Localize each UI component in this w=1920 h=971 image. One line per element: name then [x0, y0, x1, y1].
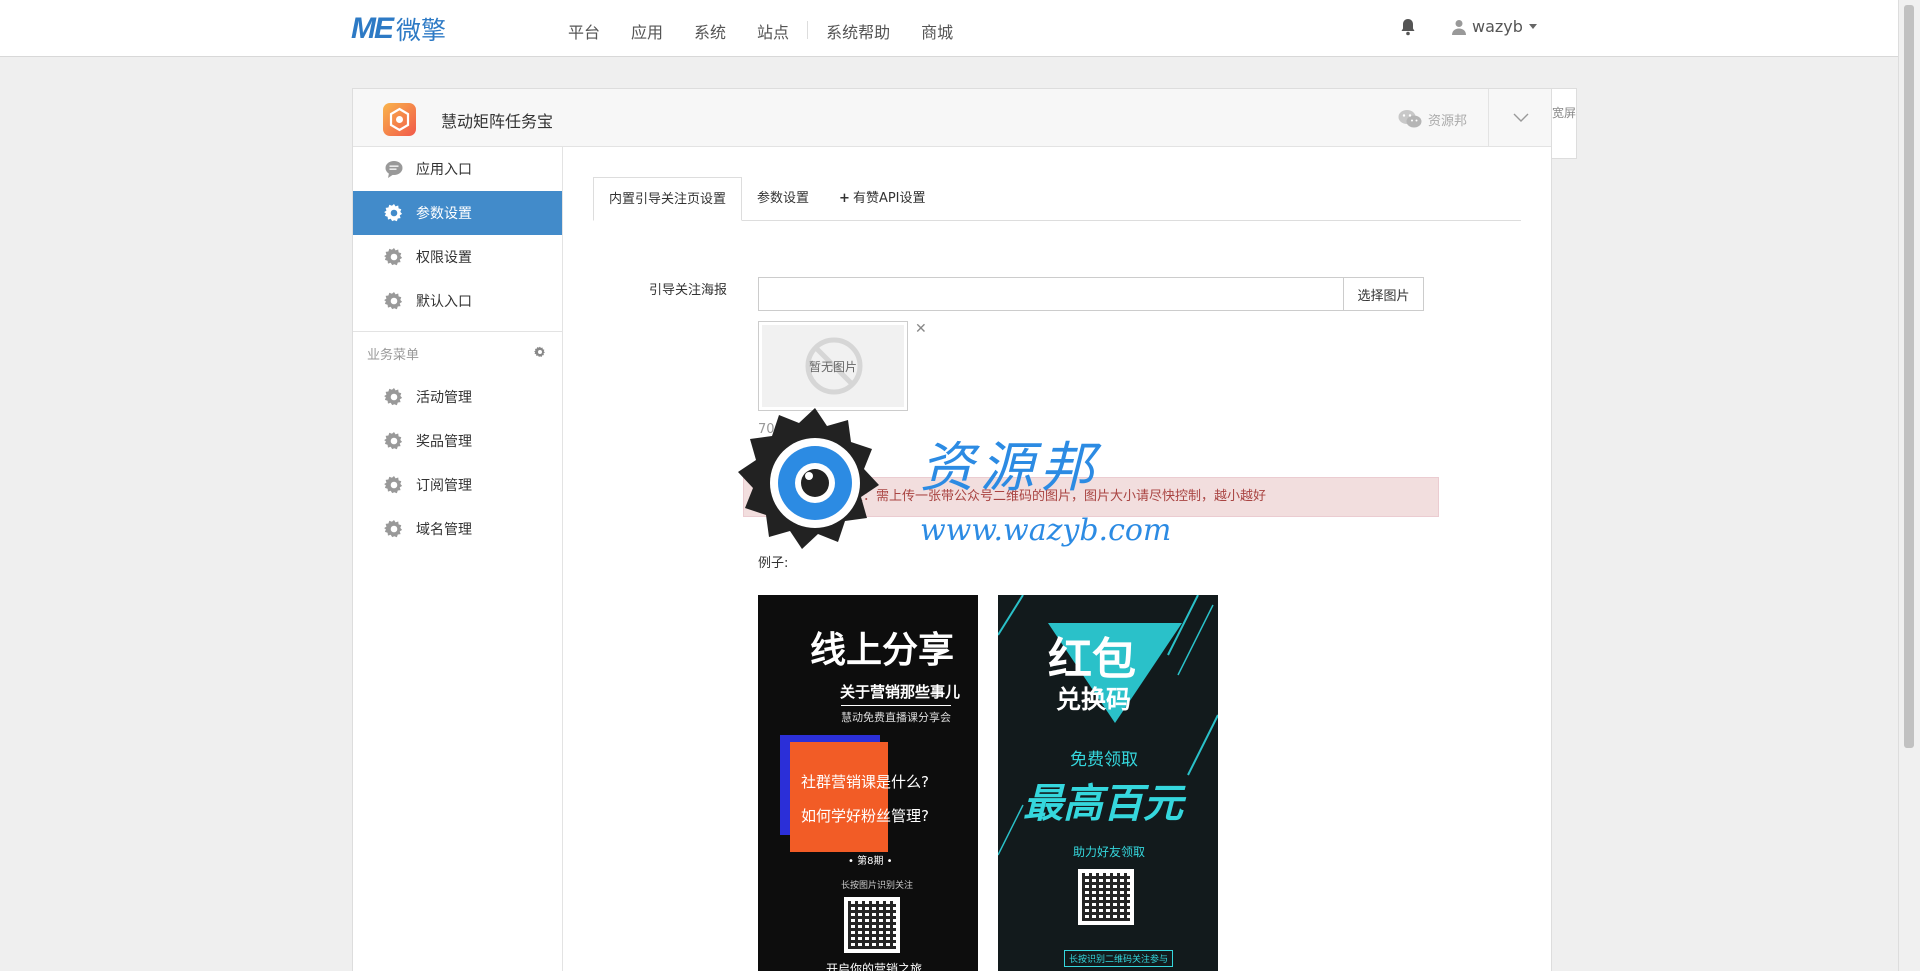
poster-footer: 开启你的营销之旅 — [826, 962, 923, 971]
user-icon — [1452, 19, 1466, 35]
gear-icon — [384, 520, 403, 538]
poster-orange-block — [790, 742, 888, 852]
poster-input-group: 选择图片 — [758, 277, 1424, 311]
sidebar-item-activities[interactable]: 活动管理 — [353, 375, 562, 419]
poster-title: 红包 — [1048, 634, 1136, 685]
watermark: 资源邦 www.wazyb.com — [735, 403, 1205, 563]
nav-store[interactable]: 商城 — [921, 19, 953, 43]
gear-icon — [384, 248, 403, 266]
close-icon[interactable]: ✕ — [915, 321, 927, 337]
sidebar-item-permissions[interactable]: 权限设置 — [353, 235, 562, 279]
sidebar-item-label: 默认入口 — [416, 294, 472, 310]
poster-subtitle2: 慧动免费直播课分享会 — [841, 705, 951, 725]
poster-footer: 长按识别二维码关注参与 — [1064, 950, 1174, 967]
image-preview: 暂无图片 — [758, 321, 908, 411]
user-menu[interactable]: wazyb — [1452, 17, 1537, 36]
sidebar-item-label: 域名管理 — [416, 522, 472, 538]
gear-icon — [384, 432, 403, 450]
nav-apps[interactable]: 应用 — [631, 19, 663, 43]
gear-icon — [384, 476, 403, 494]
gear-icon — [384, 388, 403, 406]
watermark-gear-icon — [738, 408, 879, 549]
qr-code-icon — [844, 897, 900, 953]
sidebar-item-app-entry[interactable]: 应用入口 — [353, 147, 562, 191]
sidebar-item-label: 订阅管理 — [416, 478, 472, 494]
nav-site[interactable]: 站点 — [757, 19, 789, 43]
nav-help[interactable]: 系统帮助 — [826, 19, 890, 43]
scrollbar-thumb[interactable] — [1904, 5, 1914, 748]
poster-question-1: 社群营销课是什么? — [801, 773, 929, 791]
poster-question-2: 如何学好粉丝管理? — [801, 807, 929, 825]
poster-scan-hint: 长按图片识别关注 — [841, 881, 914, 891]
watermark-url: www.wazyb.com — [920, 513, 1172, 548]
gear-icon[interactable] — [534, 346, 546, 358]
logo-mark: ME — [351, 12, 394, 45]
top-navbar: ME 微擎 平台 应用 系统 站点 系统帮助 商城 wazyb — [0, 0, 1898, 57]
sidebar-item-domains[interactable]: 域名管理 — [353, 507, 562, 551]
caret-down-icon — [1528, 24, 1537, 29]
logo-text: 微擎 — [396, 16, 447, 45]
app-logo-icon — [383, 103, 416, 136]
logo[interactable]: ME 微擎 — [351, 12, 447, 45]
poster-issue: • 第8期 • — [848, 856, 893, 867]
sidebar-item-default-entry[interactable]: 默认入口 — [353, 279, 562, 323]
vertical-scrollbar[interactable] — [1898, 0, 1920, 971]
app-title: 慧动矩阵任务宝 — [441, 112, 554, 131]
gear-icon — [384, 292, 403, 310]
sidebar-item-label: 参数设置 — [416, 206, 472, 222]
section-title: 业务菜单 — [367, 348, 420, 363]
sidebar: 应用入口 参数设置 权限设置 默认入口 业务菜单 活动管理 奖品管理 订阅管理 … — [353, 147, 563, 971]
watermark-text: 资源邦 — [920, 436, 1100, 499]
no-image-text: 暂无图片 — [808, 359, 857, 374]
sidebar-item-params[interactable]: 参数设置 — [353, 191, 562, 235]
poster-title: 线上分享 — [810, 630, 955, 671]
choose-image-button[interactable]: 选择图片 — [1343, 277, 1424, 311]
sidebar-item-label: 活动管理 — [416, 390, 472, 406]
sidebar-item-label: 奖品管理 — [416, 434, 472, 450]
poster-big: 最高百元 — [1023, 781, 1183, 827]
poster-label: 引导关注海报 — [649, 283, 728, 298]
sidebar-item-label: 应用入口 — [416, 162, 472, 178]
sidebar-item-prizes[interactable]: 奖品管理 — [353, 419, 562, 463]
gear-icon — [384, 204, 403, 222]
user-name: wazyb — [1472, 17, 1523, 36]
nav-platform[interactable]: 平台 — [568, 19, 600, 43]
wide-screen-button[interactable]: 宽屏 — [1551, 88, 1577, 159]
example-poster-redpacket: 红包 兑换码 免费领取 最高百元 助力好友领取 长按识别二维码关注参与 — [998, 595, 1218, 971]
nav-divider — [807, 21, 809, 39]
main-nav: 平台 应用 系统 站点 系统帮助 商城 — [568, 19, 984, 43]
bell-icon[interactable] — [1400, 18, 1416, 36]
chat-icon — [385, 161, 403, 178]
poster-free: 免费领取 — [1070, 750, 1138, 770]
sidebar-item-subscriptions[interactable]: 订阅管理 — [353, 463, 562, 507]
sidebar-item-label: 权限设置 — [416, 250, 472, 266]
nav-system[interactable]: 系统 — [694, 19, 726, 43]
poster-input[interactable] — [758, 277, 1343, 311]
poster-subtitle: 关于营销那些事儿 — [840, 683, 961, 701]
business-menu-header: 业务菜单 — [353, 331, 562, 375]
example-poster-share: 线上分享 关于营销那些事儿 慧动免费直播课分享会 社群营销课是什么? 如何学好粉… — [758, 595, 978, 971]
poster-help: 助力好友领取 — [1073, 845, 1146, 859]
poster-title2: 兑换码 — [1056, 685, 1132, 714]
qr-code-icon — [1078, 869, 1134, 925]
